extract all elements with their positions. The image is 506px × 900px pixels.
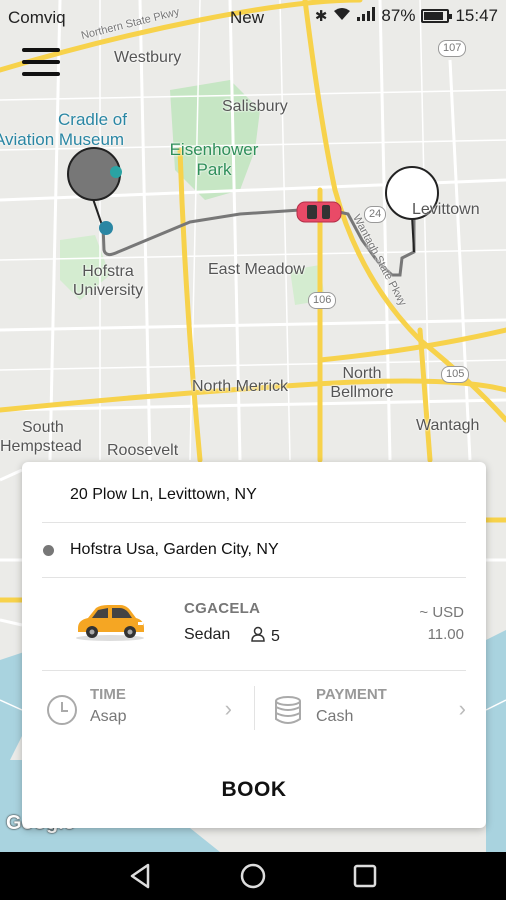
battery-percent: 87% [381,6,416,25]
route-shield-107: 107 [438,40,467,58]
vehicle-option[interactable]: CGACELA Sedan 5 ~ USD 11.00 [22,582,486,672]
map-label-hofstra-line1: Hofstra [82,263,134,280]
map-label-north-bellmore-line1: North [342,365,382,382]
bluetooth-icon: ✱ [314,8,328,25]
map-label-south-line1: South [22,419,64,436]
taxi-car-icon [74,600,146,647]
vehicle-seats: 5 [251,626,280,647]
chevron-right-icon: › [224,696,232,721]
vehicle-type: Sedan [184,626,231,643]
map-label-north-merrick: North Merrick [192,378,289,395]
divider [254,686,255,730]
time-label: TIME [90,686,126,703]
route-shield-105: 105 [441,366,470,384]
coins-icon [272,694,304,731]
map-label-south-line2: Hempstead [0,438,82,456]
battery-icon [421,9,453,23]
map-label-roosevelt: Roosevelt [107,442,179,459]
map-label-cradle-line2: Aviation Museum [0,130,125,150]
trip-options: TIME Asap › PAYMENT Cash › [22,682,486,738]
map-label-eisenhower-line2: Park [196,160,232,180]
menu-button[interactable] [22,48,60,76]
payment-option[interactable]: PAYMENT Cash › [256,682,486,738]
route-shield-24: 24 [364,206,387,224]
divider [42,670,466,671]
map-label-hofstra-line2: University [72,282,144,300]
recents-icon[interactable] [350,862,380,890]
chevron-right-icon: › [458,696,466,721]
time-value: Asap [90,708,127,725]
book-button[interactable]: BOOK [22,762,486,818]
system-nav-bar [0,852,506,900]
price-amount: 11.00 [427,626,464,643]
payment-label: PAYMENT [316,686,387,703]
status-bar: Comviq New ✱ 87% 15:47 [0,0,506,34]
map-label-eisenhower-park: Eisenhower Park [164,140,264,181]
map-label-eisenhower-line1: Eisenhower [169,140,259,159]
menu-bar [22,72,60,76]
home-icon[interactable] [238,862,268,890]
back-icon[interactable] [126,862,156,890]
status-icons: ✱ 87% 15:47 [315,6,498,26]
wifi-icon [333,7,351,25]
dropoff-address: Hofstra Usa, Garden City, NY [70,541,279,558]
time-option[interactable]: TIME Asap › [22,682,252,738]
dropoff-dot-icon [43,544,54,556]
map-label-westbury: Westbury [114,49,182,66]
clock-icon [46,694,78,731]
status-extra-text: New [230,8,265,27]
divider [42,577,466,578]
map-label-cradle-of-aviation: Cradle of Aviation Museum [0,110,136,151]
map-label-north-bellmore: North Bellmore [322,364,402,402]
pickup-address: 20 Plow Ln, Levittown, NY [70,486,257,503]
signal-icon [357,7,376,25]
map-label-wantagh: Wantagh [416,417,480,434]
map-label-levittown: Levittown [412,201,480,218]
map-label-north-bellmore-line2: Bellmore [330,384,394,402]
pickup-address-row[interactable]: 20 Plow Ln, Levittown, NY [22,468,486,522]
menu-bar [22,60,60,64]
seat-count: 5 [271,627,280,645]
person-icon [251,626,265,647]
route-shield-106: 106 [308,292,337,310]
map-label-salisbury: Salisbury [222,98,288,115]
map-label-east-meadow: East Meadow [208,261,305,278]
payment-value: Cash [316,708,354,725]
carrier-name: Comviq [8,8,66,27]
dropoff-address-row[interactable]: Hofstra Usa, Garden City, NY [22,523,486,577]
price-currency: ~ USD [419,604,464,621]
map-label-hofstra-university: Hofstra University [62,262,154,300]
map-label-south-hempstead: South Hempstead [0,418,92,456]
menu-bar [22,48,60,52]
map-label-cradle-line1: Cradle of [58,110,127,129]
booking-card: 20 Plow Ln, Levittown, NY Hofstra Usa, G… [22,462,486,828]
clock: 15:47 [455,6,498,25]
vehicle-name: CGACELA [184,600,261,617]
